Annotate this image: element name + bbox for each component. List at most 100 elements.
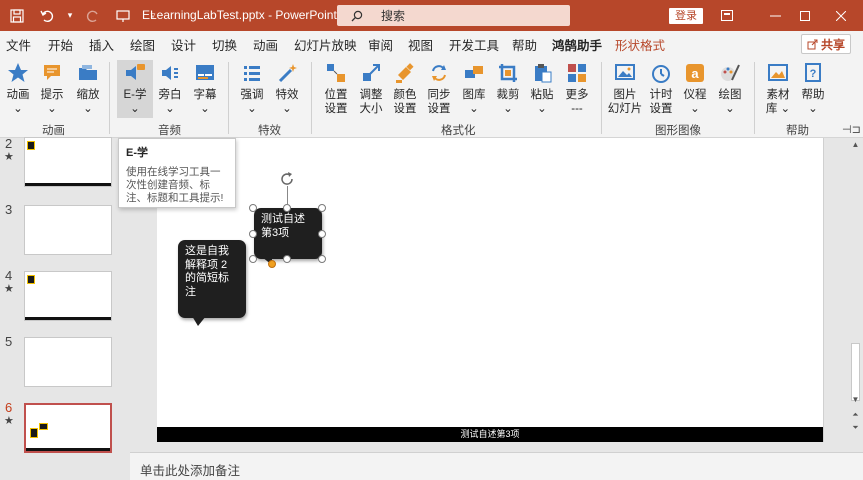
group-label-help: 帮助 (786, 125, 809, 137)
tab-developer[interactable]: 开发工具 (449, 35, 499, 54)
subtitle-button[interactable]: 字幕 ⌄ (187, 60, 223, 118)
pin-ribbon-icon[interactable]: ⊣⊐ (842, 123, 861, 136)
gallery-icon (463, 62, 485, 84)
hint-button[interactable]: 提示 ⌄ (34, 60, 70, 118)
emphasis-button[interactable]: 强调 ⌄ (234, 60, 270, 118)
scroll-up-icon[interactable]: ▲ (851, 140, 860, 149)
vertical-scrollbar[interactable]: ▲ ▼ ⏶ ⏷ (848, 138, 863, 452)
agenda-button[interactable]: a 仪程 ⌄ (677, 60, 713, 118)
previous-slide-icon[interactable]: ⏶ (851, 410, 860, 420)
resize-handle[interactable] (318, 255, 326, 263)
sync-icon (428, 62, 450, 84)
animation-button[interactable]: 动画 ⌄ (0, 60, 36, 118)
picture-slide-button[interactable]: 图片 幻灯片 (607, 60, 643, 118)
thumb-callout (39, 423, 48, 430)
resize-handle[interactable] (283, 255, 291, 263)
resize-handle[interactable] (318, 230, 326, 238)
narration-button[interactable]: 旁白 ⌄ (152, 60, 188, 118)
draw-button[interactable]: 绘图 ⌄ (712, 60, 748, 118)
crop-icon (497, 62, 519, 84)
resize-handle[interactable] (249, 230, 257, 238)
list-icon (241, 62, 263, 84)
tab-design[interactable]: 设计 (171, 35, 196, 54)
callout-shape[interactable]: 这是自我解释项 2 的简短标注 (178, 240, 246, 318)
paste-icon (531, 62, 553, 84)
slide-canvas[interactable]: 这是自我解释项 2 的简短标注 测试自述第3项 测试自述第3项 (157, 138, 824, 442)
tab-draw[interactable]: 绘图 (130, 35, 155, 54)
rotate-line (287, 186, 288, 204)
tooltip-title: E-学 (126, 147, 148, 159)
login-button[interactable]: 登录 (669, 8, 703, 24)
ribbon: 动画 ⌄ 提示 ⌄ 缩放 ⌄ 动画 E-学 ⌄ 旁白 ⌄ 字幕 ⌄ 音频 强调 … (0, 56, 863, 138)
next-slide-icon[interactable]: ⏷ (851, 423, 860, 433)
color-settings-button[interactable]: 颜色 设置 (387, 60, 423, 118)
crop-button[interactable]: 裁剪 ⌄ (490, 60, 526, 118)
tab-home[interactable]: 开始 (48, 35, 73, 54)
callout-text: 这是自我解释项 2 的简短标注 (185, 245, 229, 298)
material-library-button[interactable]: 素材 库 ⌄ (760, 60, 796, 118)
paint-icon (394, 62, 416, 84)
undo-icon[interactable] (36, 5, 58, 27)
maximize-icon[interactable] (790, 0, 820, 31)
redo-icon[interactable] (82, 5, 104, 27)
tab-help[interactable]: 帮助 (512, 35, 537, 54)
search-box[interactable]: 搜索 (337, 5, 570, 26)
tab-slideshow[interactable]: 幻灯片放映 (294, 35, 357, 54)
close-icon[interactable] (826, 0, 856, 31)
tab-file[interactable]: 文件 (6, 35, 31, 54)
paste-button[interactable]: 粘贴 ⌄ (524, 60, 560, 118)
thumb-number: 5 (5, 334, 13, 349)
present-icon[interactable] (112, 5, 134, 27)
help-button[interactable]: ? 帮助 ⌄ (795, 60, 831, 118)
resize-icon (360, 62, 382, 84)
timer-icon (650, 62, 672, 84)
slide-thumbnail-4[interactable] (24, 271, 112, 321)
slide-editor: 这是自我解释项 2 的简短标注 测试自述第3项 测试自述第3项 ▲ ▼ ⏶ ⏷ (130, 138, 863, 452)
thumb-callout (27, 141, 35, 150)
tab-transitions[interactable]: 切换 (212, 35, 237, 54)
tab-honghu-assistant[interactable]: 鸿鹄助手 (552, 35, 603, 59)
undo-dropdown-icon[interactable]: ▾ (66, 5, 74, 27)
adjust-handle[interactable] (268, 260, 276, 268)
gallery-button[interactable]: 图库 ⌄ (456, 60, 492, 118)
scroll-thumb[interactable] (851, 343, 860, 401)
timer-settings-button[interactable]: 计时 设置 (643, 60, 679, 118)
minimize-icon[interactable] (760, 0, 790, 31)
notes-placeholder: 单击此处添加备注 (140, 464, 241, 478)
share-icon (807, 39, 818, 49)
zoom-button[interactable]: 缩放 ⌄ (70, 60, 106, 118)
resize-handle[interactable] (249, 204, 257, 212)
scroll-down-icon[interactable]: ▼ (851, 395, 860, 404)
separator (311, 62, 312, 134)
slide-thumbnail-5[interactable] (24, 337, 112, 387)
tab-view[interactable]: 视图 (408, 35, 433, 54)
tab-review[interactable]: 审阅 (368, 35, 393, 54)
thumb-footer-bar (26, 448, 110, 451)
resize-handle[interactable] (283, 204, 291, 212)
tab-animations[interactable]: 动画 (253, 35, 278, 54)
sync-settings-button[interactable]: 同步 设置 (421, 60, 457, 118)
notes-pane[interactable]: 单击此处添加备注 (130, 452, 863, 480)
group-label-audio: 音频 (158, 125, 181, 137)
position-settings-button[interactable]: 位置 设置 (318, 60, 354, 118)
slide-thumbnail-2[interactable] (24, 137, 112, 187)
tab-shape-format[interactable]: 形状格式 (615, 35, 665, 54)
slide-thumbnail-6[interactable] (24, 403, 112, 453)
share-button[interactable]: 共享 (801, 34, 851, 54)
more-button[interactable]: 更多 --- (559, 60, 595, 118)
tab-insert[interactable]: 插入 (89, 35, 114, 54)
resize-handle[interactable] (318, 204, 326, 212)
star-icon (7, 62, 29, 84)
elearn-button[interactable]: E-学 ⌄ (117, 60, 153, 118)
animation-star-icon: ★ (4, 283, 14, 295)
slide-thumbnail-3[interactable] (24, 205, 112, 255)
resize-button[interactable]: 调整 大小 (353, 60, 389, 118)
ribbon-display-icon[interactable] (712, 0, 742, 31)
resize-handle[interactable] (249, 255, 257, 263)
save-icon[interactable] (6, 5, 28, 27)
separator (228, 62, 229, 134)
effects-button[interactable]: 特效 ⌄ (269, 60, 305, 118)
search-icon (351, 10, 363, 21)
selected-callout-shape[interactable]: 测试自述第3项 (254, 208, 322, 259)
ribbon-tabs: 文件 开始 插入 绘图 设计 切换 动画 幻灯片放映 审阅 视图 开发工具 帮助… (0, 31, 863, 59)
